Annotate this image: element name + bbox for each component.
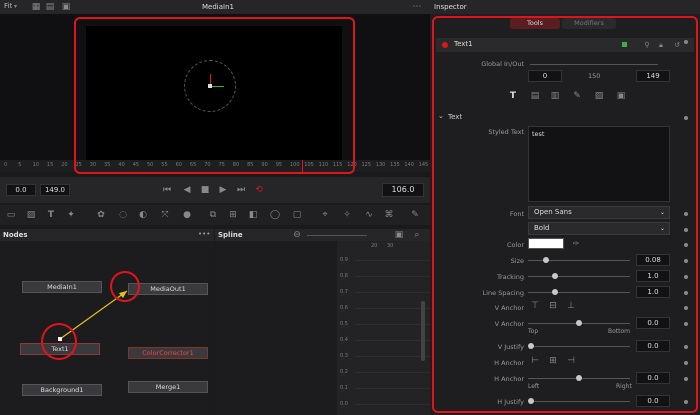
spline-row-tick: 0.4 xyxy=(340,337,348,343)
spline-row-tick: 0.3 xyxy=(340,353,348,359)
channel-booleans-icon[interactable]: ⊞ xyxy=(226,209,240,221)
current-time-field[interactable]: 106.0 xyxy=(382,183,424,197)
matte-tool-icon[interactable]: ◧ xyxy=(246,209,260,221)
rectangle-mask-icon[interactable]: ▢ xyxy=(290,209,304,221)
spline-header: Spline ⊖ ▣ ⌕ xyxy=(215,229,430,241)
zoom-slider-icon[interactable]: ⊖ xyxy=(289,229,305,241)
grid-icon[interactable]: ▦ xyxy=(30,1,42,13)
viewer-title: MediaIn1 xyxy=(202,3,234,11)
merge-tool-icon[interactable]: ⧉ xyxy=(206,209,220,221)
spline-grid-line xyxy=(355,260,430,261)
spline-zoom-slider[interactable] xyxy=(307,235,367,236)
spline-col-tick: 20 xyxy=(371,243,378,249)
nodes-title: Nodes xyxy=(3,231,28,239)
fit-icon[interactable]: ▣ xyxy=(393,229,405,241)
node-colorcorrector1[interactable]: ColorCorrector1 xyxy=(128,347,208,359)
background-tool-icon[interactable]: ▭ xyxy=(4,209,18,221)
time-end-field[interactable]: 149.0 xyxy=(40,184,70,196)
ruler-tick: 5 xyxy=(18,162,22,168)
node-mediain1[interactable]: MediaIn1 xyxy=(22,281,102,293)
time-start-field[interactable]: 0.0 xyxy=(6,184,36,196)
spline-row-tick: 0.5 xyxy=(340,321,348,327)
inspector-header: Inspector xyxy=(430,0,700,14)
drop-tool-icon[interactable]: ● xyxy=(180,209,194,221)
stop-icon[interactable]: ■ xyxy=(198,184,212,196)
spline-grid-line xyxy=(355,340,430,341)
spline-grid-line xyxy=(355,324,430,325)
image-tool-icon[interactable]: ▨ xyxy=(24,209,38,221)
spline-grid-line xyxy=(355,356,430,357)
spline-scrollbar[interactable] xyxy=(421,301,425,361)
viewer-menu-icon[interactable]: ⋯ xyxy=(410,1,424,13)
viewer-toolbar: Fit ▾ ▦ ▤ ▣ MediaIn1 ⋯ xyxy=(0,0,430,14)
zoom-icon[interactable]: ⌕ xyxy=(411,229,423,241)
spline-col-tick: 30 xyxy=(387,243,394,249)
tool-bar: ▭ ▨ T ✦ ✿ ◌ ◐ ⤧ ● ⧉ ⊞ ◧ ◯ ▢ ⌖ ✧ ∿ ⌘ ✎ xyxy=(0,205,430,225)
spline-grid-line xyxy=(355,308,430,309)
go-to-end-icon[interactable]: ⏭ xyxy=(234,184,248,196)
ruler-tick: 145 xyxy=(418,162,429,168)
spline-grid-line xyxy=(355,404,430,405)
inspector-highlight xyxy=(432,16,698,413)
ruler-tick: 0 xyxy=(4,162,8,168)
lut-icon[interactable]: ▣ xyxy=(60,1,72,13)
fit-dropdown[interactable]: Fit xyxy=(4,2,12,10)
spline-area[interactable]: 20 30 0.9 0.8 0.7 0.6 0.5 0.4 0.3 0.2 0.1 0.0 xyxy=(215,241,430,415)
spline-row-tick: 0.0 xyxy=(340,401,348,407)
inspector-title: Inspector xyxy=(434,3,467,11)
spline-title: Spline xyxy=(218,231,243,239)
spline-row-tick: 0.9 xyxy=(340,257,348,263)
spline-grid-line xyxy=(355,388,430,389)
transform-tool-icon[interactable]: ⤧ xyxy=(158,209,172,221)
tracker-icon[interactable]: ⌖ xyxy=(318,209,332,221)
spline-grid-line xyxy=(355,372,430,373)
viewer-highlight xyxy=(74,17,355,174)
spline-grid-line xyxy=(355,276,430,277)
warp-tool-icon[interactable]: ⌘ xyxy=(382,209,396,221)
ruler-tick: 130 xyxy=(375,162,386,168)
spline-row-tick: 0.6 xyxy=(340,305,348,311)
particle-tool-icon[interactable]: ✦ xyxy=(64,209,78,221)
ruler-tick: 20 xyxy=(61,162,68,168)
play-icon[interactable]: ▶ xyxy=(216,184,230,196)
text1-highlight xyxy=(41,323,77,360)
spline-row-tick: 0.1 xyxy=(340,385,348,391)
ruler-tick: 125 xyxy=(361,162,372,168)
ruler-tick: 15 xyxy=(46,162,54,168)
channel-icon[interactable]: ▤ xyxy=(44,1,56,13)
mediaout-highlight xyxy=(110,271,140,302)
ruler-tick: 10 xyxy=(32,162,39,168)
spline-graph[interactable]: 20 30 0.9 0.8 0.7 0.6 0.5 0.4 0.3 0.2 0.1 0.0 xyxy=(337,241,430,415)
text-tool-icon[interactable]: T xyxy=(44,209,58,221)
nodes-menu[interactable]: ••• xyxy=(198,230,210,238)
node-merge1[interactable]: Merge1 xyxy=(128,381,208,393)
spline-row-tick: 0.8 xyxy=(340,273,348,279)
chevron-down-icon: ▾ xyxy=(14,3,18,10)
node-mediaout1[interactable]: MediaOut1 xyxy=(128,283,208,295)
transport-bar: 0.0 149.0 ⏮ ◀ ■ ▶ ⏭ ⟲ 106.0 xyxy=(0,177,430,203)
color-tool-icon[interactable]: ◐ xyxy=(136,209,150,221)
go-to-start-icon[interactable]: ⏮ xyxy=(160,184,174,196)
spline-row-tick: 0.2 xyxy=(340,369,348,375)
node-background1[interactable]: Background1 xyxy=(22,384,102,396)
spline-grid-line xyxy=(355,292,430,293)
blur-tool-icon[interactable]: ◌ xyxy=(116,209,130,221)
ruler-tick: 140 xyxy=(404,162,414,168)
play-reverse-icon[interactable]: ◀ xyxy=(180,184,194,196)
ellipse-mask-icon[interactable]: ◯ xyxy=(268,209,282,221)
paint-tool-icon[interactable]: ✿ xyxy=(94,209,108,221)
loop-icon[interactable]: ⟲ xyxy=(252,184,266,196)
bspline-mask-icon[interactable]: ∿ xyxy=(362,209,376,221)
spline-row-tick: 0.7 xyxy=(340,289,348,295)
polygon-mask-icon[interactable]: ✧ xyxy=(340,209,354,221)
nodes-header: Nodes ••• xyxy=(0,229,214,241)
node-graph[interactable]: MediaIn1 MediaOut1 Text1 ColorCorrector1… xyxy=(0,241,214,415)
ruler-tick: 135 xyxy=(390,162,400,168)
brush-tool-icon[interactable]: ✎ xyxy=(408,209,422,221)
